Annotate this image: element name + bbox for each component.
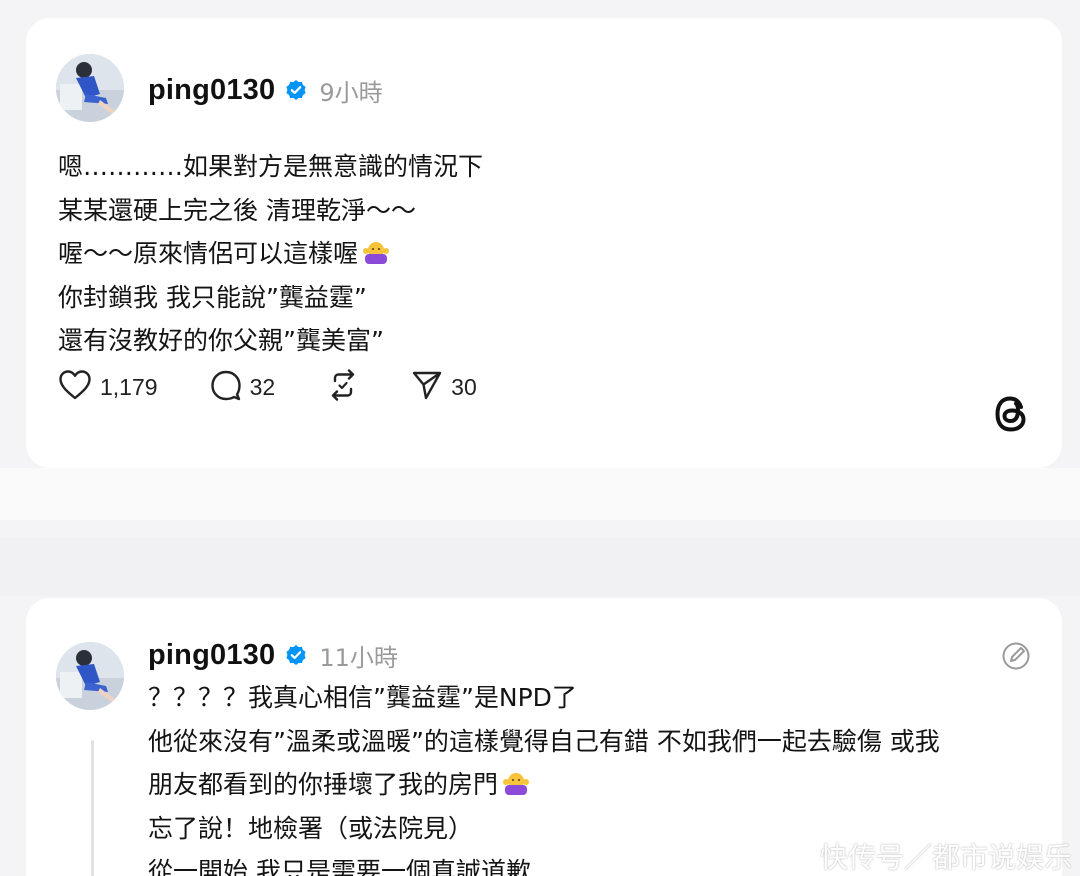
send-icon — [411, 369, 443, 405]
post-line: 朋友都看到的你捶壞了我的房門 — [148, 763, 940, 807]
heart-icon — [58, 369, 92, 405]
post-line: 嗯…………如果對方是無意識的情況下 — [58, 152, 484, 181]
post-line-text: 喔～～原來情侶可以這樣喔 — [58, 239, 359, 268]
post-actions: 1,179 32 30 — [58, 369, 529, 405]
username[interactable]: ping0130 — [148, 74, 275, 107]
post-line: 你封鎖我 我只能說”龔益霆” — [58, 282, 367, 312]
card-separator — [0, 468, 1080, 520]
repost-icon — [327, 369, 359, 405]
like-button[interactable]: 1,179 — [58, 369, 158, 405]
verified-badge-icon — [285, 644, 307, 666]
share-count: 30 — [451, 373, 477, 400]
watermark: 快传号／都市说娱乐 — [819, 841, 1072, 874]
post-line: 某某還硬上完之後 清理乾淨～～ — [58, 195, 416, 225]
edit-pencil-icon[interactable] — [1000, 640, 1032, 676]
threads-logo-icon — [990, 392, 1032, 440]
post-header: ping0130 9小時 — [148, 70, 383, 110]
avatar[interactable] — [56, 54, 124, 122]
post-header: ping0130 11小時 — [148, 635, 398, 675]
verified-badge-icon — [285, 79, 307, 101]
comment-button[interactable]: 32 — [210, 369, 276, 405]
thread-connector — [91, 740, 94, 876]
card-separator — [0, 538, 1080, 596]
comment-count: 32 — [249, 373, 276, 400]
post-body: 嗯…………如果對方是無意識的情況下 某某還硬上完之後 清理乾淨～～ 喔～～原來情… — [58, 145, 483, 363]
timestamp: 11小時 — [319, 643, 398, 672]
shrug-emoji-icon — [502, 767, 530, 795]
post-line: ？？？？我真心相信”龔益霆”是NPD了 — [148, 683, 577, 712]
comment-icon — [210, 369, 242, 405]
post-line: 喔～～原來情侶可以這樣喔 — [58, 232, 483, 276]
post-line-text: 朋友都看到的你捶壞了我的房門 — [148, 770, 499, 799]
repost-button[interactable] — [327, 369, 359, 405]
like-count: 1,179 — [100, 373, 158, 400]
username[interactable]: ping0130 — [148, 639, 275, 672]
post-line: 他從來沒有”溫柔或溫暖”的這樣覺得自己有錯 不如我們一起去驗傷 或我 — [148, 726, 940, 756]
share-button[interactable]: 30 — [411, 369, 477, 405]
post-line: 還有沒教好的你父親”龔美富” — [58, 326, 384, 355]
timestamp: 9小時 — [319, 78, 383, 107]
avatar[interactable] — [56, 642, 124, 710]
shrug-emoji-icon — [362, 236, 390, 264]
